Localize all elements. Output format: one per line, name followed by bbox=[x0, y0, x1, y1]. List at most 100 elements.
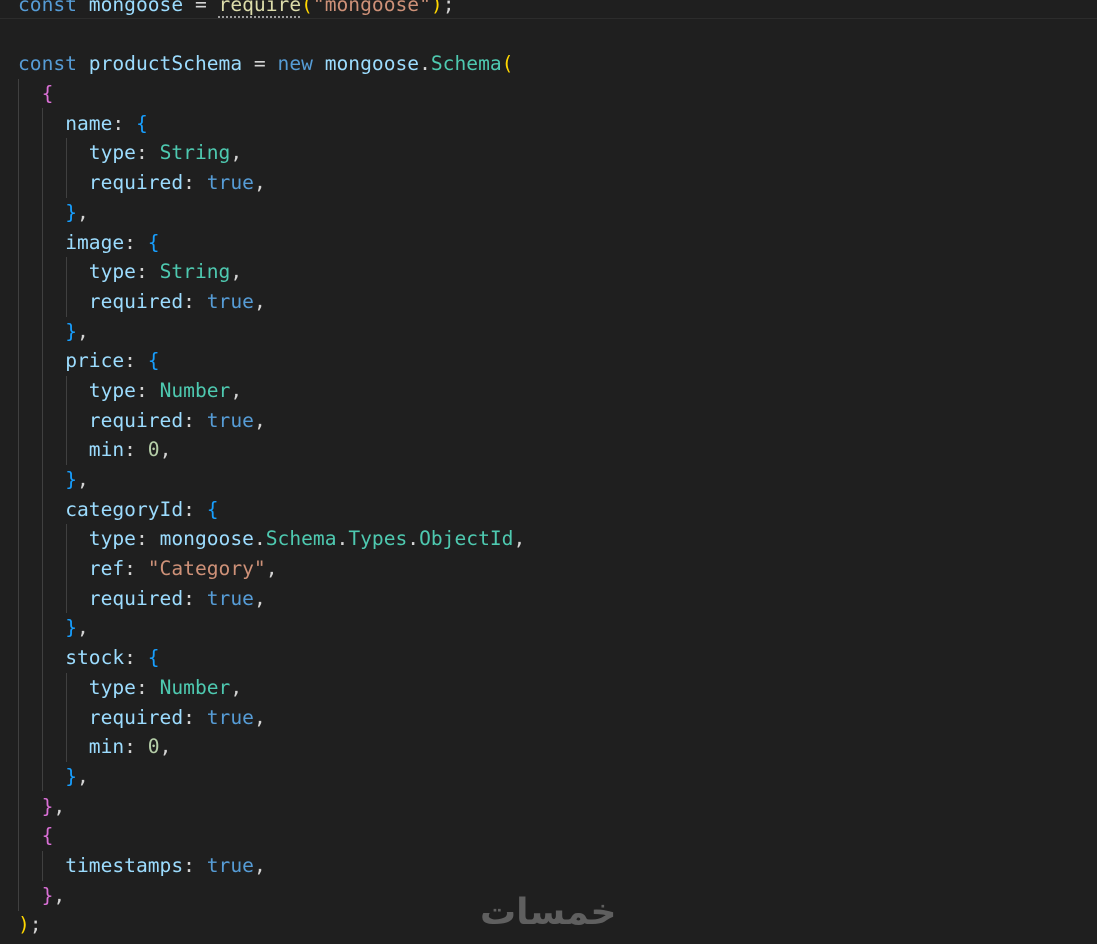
code-token: } bbox=[65, 319, 77, 343]
code-token: mongoose bbox=[88, 0, 184, 16]
code-token: ( bbox=[501, 52, 514, 76]
code-token: const bbox=[18, 52, 77, 76]
code-token: , bbox=[253, 289, 266, 313]
code-token: : bbox=[124, 735, 148, 759]
code-line[interactable]: const mongoose = require("mongoose"); bbox=[18, 0, 525, 20]
code-token: 0 bbox=[147, 735, 160, 759]
code-line[interactable]: required: true, bbox=[18, 168, 525, 198]
code-line[interactable]: image: { bbox=[18, 228, 525, 258]
code-line[interactable]: required: true, bbox=[18, 287, 525, 317]
code-token: ; bbox=[442, 0, 455, 16]
code-token: required bbox=[88, 705, 184, 729]
code-line[interactable]: type: Number, bbox=[18, 673, 525, 703]
code-line[interactable]: required: true, bbox=[18, 406, 525, 436]
code-line[interactable]: }, bbox=[18, 792, 525, 822]
code-token: , bbox=[53, 794, 66, 818]
code-line[interactable]: ); bbox=[18, 910, 525, 940]
code-line[interactable]: const productSchema = new mongoose.Schem… bbox=[18, 49, 525, 79]
code-token: , bbox=[159, 438, 172, 462]
code-token: . bbox=[336, 527, 349, 551]
code-line[interactable]: min: 0, bbox=[18, 435, 525, 465]
code-token: , bbox=[253, 705, 266, 729]
code-line[interactable]: type: Number, bbox=[18, 376, 525, 406]
code-token: Schema bbox=[430, 52, 502, 76]
code-line[interactable]: timestamps: true, bbox=[18, 851, 525, 881]
code-token: String bbox=[159, 260, 231, 284]
code-line[interactable]: stock: { bbox=[18, 643, 525, 673]
code-token: : bbox=[183, 586, 207, 610]
code-token: : bbox=[124, 230, 148, 254]
code-token: , bbox=[230, 260, 243, 284]
code-token: ( bbox=[301, 0, 313, 16]
code-token: type bbox=[88, 675, 136, 699]
code-token: const bbox=[18, 0, 77, 16]
code-token: Schema bbox=[265, 527, 337, 551]
code-token: true bbox=[206, 171, 254, 195]
code-line[interactable]: ref: "Category", bbox=[18, 554, 525, 584]
code-line[interactable]: required: true, bbox=[18, 703, 525, 733]
code-line[interactable]: }, bbox=[18, 613, 525, 643]
code-line[interactable]: name: { bbox=[18, 109, 525, 139]
code-token: ) bbox=[430, 0, 443, 16]
code-line[interactable] bbox=[18, 20, 525, 50]
code-line[interactable]: price: { bbox=[18, 346, 525, 376]
code-line[interactable]: type: String, bbox=[18, 257, 525, 287]
code-token: } bbox=[65, 616, 77, 640]
code-line[interactable]: }, bbox=[18, 198, 525, 228]
code-token: Number bbox=[159, 675, 231, 699]
code-token: image bbox=[65, 230, 125, 254]
code-line[interactable]: { bbox=[18, 79, 525, 109]
code-token: Number bbox=[159, 378, 231, 402]
code-token: , bbox=[253, 853, 266, 877]
code-token: { bbox=[135, 111, 148, 135]
code-token: } bbox=[65, 200, 77, 224]
code-line[interactable]: min: 0, bbox=[18, 732, 525, 762]
code-line[interactable]: }, bbox=[18, 465, 525, 495]
code-token: , bbox=[230, 378, 243, 402]
code-token: : bbox=[135, 260, 160, 284]
code-token: true bbox=[206, 705, 254, 729]
watermark-logo: خمسات bbox=[480, 892, 617, 933]
code-line[interactable]: { bbox=[18, 821, 525, 851]
code-line[interactable]: categoryId: { bbox=[18, 495, 525, 525]
code-token: : bbox=[183, 171, 207, 195]
code-line[interactable]: type: mongoose.Schema.Types.ObjectId, bbox=[18, 524, 525, 554]
code-token: = bbox=[242, 52, 278, 76]
code-token: . bbox=[253, 527, 266, 551]
code-line[interactable]: }, bbox=[18, 317, 525, 347]
code-token: name bbox=[65, 111, 113, 135]
code-token: 0 bbox=[147, 438, 160, 462]
code-line[interactable]: type: String, bbox=[18, 138, 525, 168]
code-token: , bbox=[53, 883, 66, 907]
code-editor[interactable]: const mongoose = require("mongoose"); co… bbox=[0, 0, 1097, 944]
code-line[interactable]: }, bbox=[18, 762, 525, 792]
code-token: required bbox=[88, 586, 184, 610]
code-line[interactable]: required: true, bbox=[18, 584, 525, 614]
code-token: true bbox=[206, 408, 254, 432]
code-token: : bbox=[183, 289, 207, 313]
code-line[interactable]: }, bbox=[18, 881, 525, 911]
code-token: : bbox=[135, 675, 160, 699]
code-token: : bbox=[135, 527, 160, 551]
code-content[interactable]: const mongoose = require("mongoose"); co… bbox=[18, 0, 525, 940]
code-token: type bbox=[88, 527, 136, 551]
code-token: { bbox=[147, 230, 160, 254]
